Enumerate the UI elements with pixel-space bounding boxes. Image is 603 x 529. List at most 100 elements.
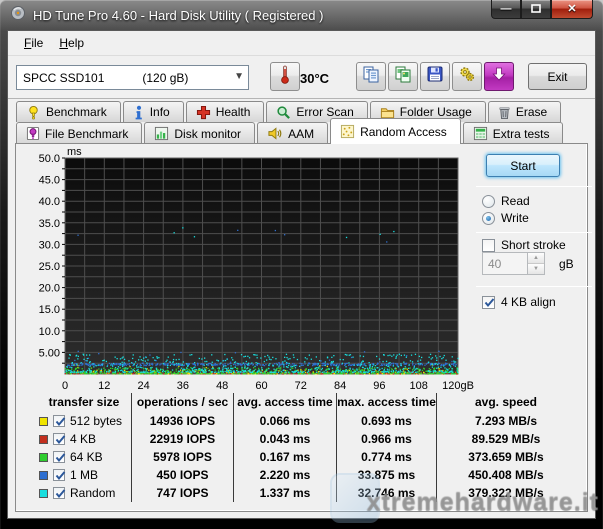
separator xyxy=(476,232,592,233)
disk-monitor-icon xyxy=(154,126,169,141)
save-button[interactable] xyxy=(420,62,450,91)
svg-text:120gB: 120gB xyxy=(442,380,474,392)
svg-text:10.0: 10.0 xyxy=(39,326,60,338)
read-radio[interactable]: Read xyxy=(482,194,530,208)
results-table: transfer sizeoperations / secavg. access… xyxy=(37,393,575,502)
table-cell-ops: 747 IOPS xyxy=(131,484,233,502)
series-label: 1 MB xyxy=(70,466,98,484)
window-title: HD Tune Pro 4.60 - Hard Disk Utility ( R… xyxy=(33,8,323,23)
copy-text-icon xyxy=(362,65,380,88)
svg-text:72: 72 xyxy=(295,380,307,392)
aam-icon xyxy=(267,126,283,141)
table-row-series: 512 bytes xyxy=(37,412,131,430)
tab-file-benchmark[interactable]: File Benchmark xyxy=(16,122,142,144)
health-icon xyxy=(196,105,211,120)
table-cell-speed: 7.293 MB/s xyxy=(436,412,575,430)
copy-image-icon xyxy=(394,65,412,88)
start-button[interactable]: Start xyxy=(486,154,560,177)
tab-label: Error Scan xyxy=(296,105,353,119)
series-checkbox[interactable] xyxy=(53,487,65,499)
tab-label: Info xyxy=(150,105,170,119)
align-checkbox[interactable]: 4 KB align xyxy=(482,295,556,309)
title-bar[interactable]: HD Tune Pro 4.60 - Hard Disk Utility ( R… xyxy=(0,0,603,30)
tab-random-access[interactable]: Random Access xyxy=(330,118,461,144)
options-button[interactable] xyxy=(452,62,482,91)
exit-button[interactable]: Exit xyxy=(528,63,587,90)
app-icon xyxy=(10,5,26,26)
svg-text:40.0: 40.0 xyxy=(39,196,60,208)
short-stroke-checkbox[interactable]: Short stroke xyxy=(482,238,566,252)
svg-text:0: 0 xyxy=(62,380,68,392)
capacity-input[interactable]: 40 xyxy=(482,252,528,275)
separator xyxy=(476,186,592,187)
series-checkbox[interactable] xyxy=(53,433,65,445)
svg-text:12: 12 xyxy=(98,380,110,392)
capacity-spinner: 40 ▲▼ gB xyxy=(482,252,574,275)
copy-image-button[interactable] xyxy=(388,62,418,91)
svg-text:20.0: 20.0 xyxy=(39,283,60,295)
minimize-button[interactable]: — xyxy=(491,0,521,19)
maximize-button[interactable] xyxy=(521,0,551,19)
random-access-icon xyxy=(340,124,355,139)
table-cell-ops: 14936 IOPS xyxy=(131,412,233,430)
series-checkbox[interactable] xyxy=(53,469,65,481)
tab-label: Benchmark xyxy=(46,105,107,119)
tab-aam[interactable]: AAM xyxy=(257,122,328,144)
menu-file[interactable]: File xyxy=(16,33,51,53)
series-checkbox[interactable] xyxy=(53,451,65,463)
series-label: 64 KB xyxy=(70,448,103,466)
download-arrow-icon xyxy=(491,66,507,87)
start-label: Start xyxy=(510,159,535,173)
client-area: File Help SPCC SSD101 (120 gB) ▼ 30°C xyxy=(7,30,596,519)
close-icon: ✕ xyxy=(567,4,576,15)
tab-benchmark[interactable]: Benchmark xyxy=(16,101,121,122)
tab-erase[interactable]: Erase xyxy=(488,101,561,122)
svg-text:25.0: 25.0 xyxy=(39,261,60,273)
tab-extra-tests[interactable]: Extra tests xyxy=(463,122,564,144)
align-label: 4 KB align xyxy=(501,295,556,309)
svg-text:ms: ms xyxy=(67,146,82,158)
extra-tests-icon xyxy=(473,126,488,141)
spinner-buttons[interactable]: ▲▼ xyxy=(528,252,545,275)
table-cell-ops: 5978 IOPS xyxy=(131,448,233,466)
minimize-icon: — xyxy=(501,4,512,15)
info-icon xyxy=(133,105,145,120)
svg-text:108: 108 xyxy=(410,380,428,392)
tab-strip: Benchmark Info Health Error Scan Folder Usag… xyxy=(16,101,587,144)
table-row-series: 1 MB xyxy=(37,466,131,484)
copy-text-button[interactable] xyxy=(356,62,386,91)
tab-label: Random Access xyxy=(360,125,447,139)
save-icon xyxy=(426,65,444,88)
series-color-swatch xyxy=(39,453,48,462)
series-color-swatch xyxy=(39,417,48,426)
drive-selector[interactable]: SPCC SSD101 (120 gB) ▼ xyxy=(16,65,249,90)
tab-label: Folder Usage xyxy=(400,105,472,119)
menu-bar: File Help xyxy=(8,31,595,56)
close-button[interactable]: ✕ xyxy=(551,0,593,19)
svg-text:45.0: 45.0 xyxy=(39,175,60,187)
table-cell-speed: 379.322 MB/s xyxy=(436,484,575,502)
svg-text:36: 36 xyxy=(177,380,189,392)
temperature-button[interactable] xyxy=(270,62,300,91)
checkbox-unchecked-icon xyxy=(482,239,495,252)
svg-text:30.0: 30.0 xyxy=(39,239,60,251)
spin-up-icon: ▲ xyxy=(528,253,544,263)
tab-disk-monitor[interactable]: Disk monitor xyxy=(144,122,255,144)
tab-label: Health xyxy=(216,105,251,119)
radio-selected-icon xyxy=(482,212,495,225)
download-update-button[interactable] xyxy=(484,62,514,91)
maximize-icon xyxy=(531,0,541,18)
write-radio[interactable]: Write xyxy=(482,211,529,225)
spin-down-icon: ▼ xyxy=(528,263,544,274)
series-checkbox[interactable] xyxy=(53,415,65,427)
options-gears-icon xyxy=(458,65,476,88)
svg-text:48: 48 xyxy=(216,380,228,392)
tab-health[interactable]: Health xyxy=(186,101,265,122)
menu-help[interactable]: Help xyxy=(51,33,92,53)
table-row-series: 4 KB xyxy=(37,430,131,448)
svg-text:84: 84 xyxy=(334,380,346,392)
series-label: 4 KB xyxy=(70,430,96,448)
tab-info[interactable]: Info xyxy=(123,101,184,122)
table-cell-max: 0.693 ms xyxy=(336,412,436,430)
table-cell-avg: 0.167 ms xyxy=(233,448,336,466)
